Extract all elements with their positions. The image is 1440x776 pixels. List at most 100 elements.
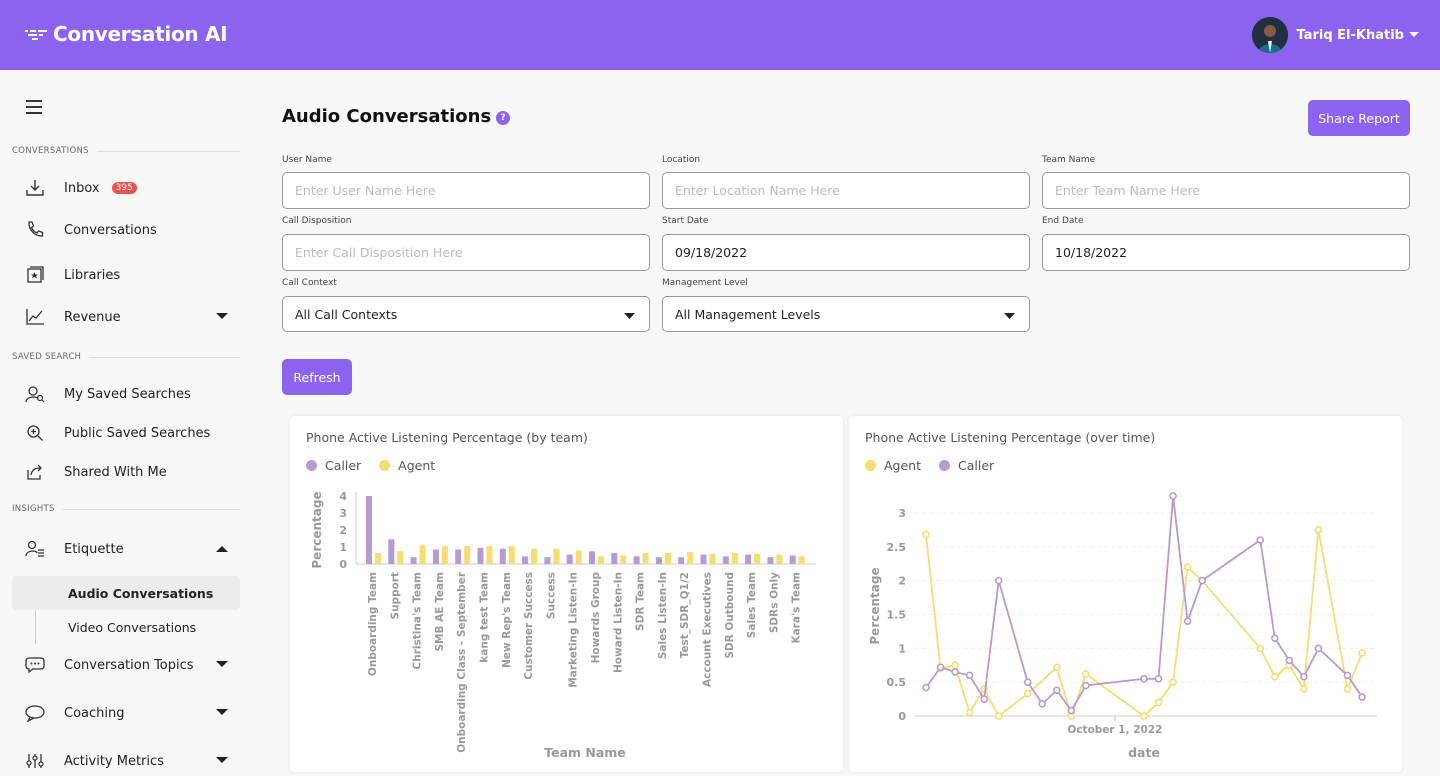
x-tick-label: Howards Group bbox=[590, 572, 602, 664]
chevron-down-icon bbox=[1409, 32, 1419, 37]
series-line-agent bbox=[925, 529, 1363, 719]
point-caller bbox=[1358, 693, 1366, 701]
bar-caller bbox=[678, 557, 685, 564]
sidebar-item-etiquette[interactable]: Etiquette bbox=[24, 537, 236, 561]
brand[interactable]: Conversation AI bbox=[24, 22, 228, 46]
location-input[interactable]: Enter Location Name Here bbox=[662, 172, 1030, 209]
x-tick-label: kang test Team bbox=[479, 572, 491, 663]
management-level-select[interactable]: All Management Levels bbox=[662, 296, 1030, 332]
chevron-down-icon[interactable] bbox=[216, 709, 228, 716]
sidebar-item-my-saved-searches[interactable]: My Saved Searches bbox=[24, 382, 236, 406]
sidebar-item-conversations[interactable]: Conversations bbox=[24, 218, 236, 242]
share-report-button[interactable]: Share Report bbox=[1308, 100, 1410, 136]
bar-chart: 0 1 2 3 4 Onboarding Team Support Christina's T… bbox=[310, 490, 816, 760]
bar-caller bbox=[455, 549, 462, 564]
sidebar-item-label: Etiquette bbox=[64, 541, 124, 557]
sidebar-subitem-audio-conversations[interactable]: Audio Conversations bbox=[12, 576, 240, 610]
avatar bbox=[1251, 17, 1288, 53]
user-menu[interactable]: Tariq El-Khatib bbox=[1251, 17, 1420, 53]
point-caller bbox=[1314, 644, 1323, 653]
refresh-button[interactable]: Refresh bbox=[282, 359, 352, 395]
x-tick-label: Success bbox=[545, 572, 557, 619]
bar-agent bbox=[508, 546, 515, 564]
call-context-select[interactable]: All Call Contexts bbox=[282, 296, 650, 332]
call-disposition-label: Call Disposition bbox=[282, 216, 352, 226]
x-tick-label: Test_SDR_Q1/2 bbox=[679, 572, 691, 658]
inbox-count-badge: 395 bbox=[111, 182, 137, 194]
user-name-input[interactable]: Enter User Name Here bbox=[282, 172, 650, 209]
bar-agent bbox=[575, 550, 582, 564]
help-icon[interactable]: ? bbox=[496, 110, 511, 125]
y-tick-label: 1 bbox=[339, 541, 347, 554]
point-caller bbox=[1038, 700, 1047, 708]
section-saved-search: SAVED SEARCH bbox=[12, 352, 240, 362]
section-insights: INSIGHTS bbox=[12, 504, 240, 514]
point-caller bbox=[1183, 617, 1192, 626]
start-date-input[interactable]: 09/18/2022 bbox=[662, 234, 1030, 271]
x-tick-label: Sales Team bbox=[746, 572, 758, 638]
sidebar-item-label: Shared With Me bbox=[64, 464, 167, 480]
point-caller bbox=[951, 668, 959, 676]
management-level-value: All Management Levels bbox=[675, 306, 821, 322]
point-agent bbox=[922, 530, 930, 539]
sidebar-item-label: Inbox bbox=[64, 180, 100, 196]
phone-icon bbox=[24, 219, 46, 241]
point-caller bbox=[1343, 671, 1352, 680]
x-tick-label: Onboarding Team bbox=[367, 572, 379, 676]
bar-agent bbox=[486, 546, 493, 564]
chevron-up-icon[interactable] bbox=[216, 545, 228, 552]
call-disposition-input[interactable]: Enter Call Disposition Here bbox=[282, 234, 650, 271]
bar-caller bbox=[366, 496, 372, 564]
sidebar-item-shared-with-me[interactable]: Shared With Me bbox=[24, 460, 236, 484]
team-name-input[interactable]: Enter Team Name Here bbox=[1042, 172, 1410, 209]
point-caller bbox=[994, 576, 1003, 585]
point-caller bbox=[1082, 681, 1090, 690]
user-list-icon bbox=[24, 538, 46, 560]
y-tick-label: 3 bbox=[898, 507, 906, 520]
x-tick-label: Support bbox=[389, 572, 401, 619]
menu-icon[interactable] bbox=[26, 100, 42, 114]
sidebar-item-public-saved-searches[interactable]: Public Saved Searches bbox=[24, 421, 236, 445]
point-agent bbox=[994, 712, 1003, 720]
point-caller bbox=[936, 663, 945, 672]
point-caller bbox=[1270, 634, 1279, 642]
point-caller bbox=[980, 695, 988, 703]
x-tick-label: New Rep's Team bbox=[501, 572, 513, 668]
sidebar-item-conversation-topics[interactable]: Conversation Topics bbox=[24, 653, 236, 677]
sidebar-item-inbox[interactable]: Inbox 395 bbox=[24, 176, 236, 200]
bar-caller bbox=[544, 557, 551, 564]
x-tick-label: SDR Outbound bbox=[724, 572, 736, 659]
bar-caller bbox=[745, 554, 752, 564]
bar-agent bbox=[464, 546, 471, 564]
page-title: Audio Conversations ? bbox=[282, 106, 511, 127]
y-tick-label: 3 bbox=[339, 507, 347, 520]
chevron-down-icon[interactable] bbox=[216, 661, 228, 668]
point-caller bbox=[1154, 674, 1163, 683]
y-tick-label: 2 bbox=[898, 575, 906, 588]
end-date-input[interactable]: 10/18/2022 bbox=[1042, 234, 1410, 271]
chevron-down-icon[interactable] bbox=[216, 313, 228, 320]
bar-agent bbox=[397, 551, 404, 564]
point-agent bbox=[965, 708, 974, 717]
bar-caller bbox=[633, 556, 640, 564]
x-tick-label: SDR Team bbox=[635, 572, 647, 631]
sidebar: CONVERSATIONS Inbox 395 Conversations Li… bbox=[0, 70, 252, 776]
bar-caller bbox=[767, 557, 774, 564]
team-name-label: Team Name bbox=[1042, 155, 1096, 165]
y-tick-label: 1 bbox=[898, 642, 906, 655]
y-axis-title: Percentage bbox=[868, 567, 882, 644]
sidebar-item-activity-metrics[interactable]: Activity Metrics bbox=[24, 749, 236, 773]
sidebar-item-libraries[interactable]: Libraries bbox=[24, 263, 236, 287]
chevron-down-icon[interactable] bbox=[216, 757, 228, 764]
bar-caller bbox=[589, 551, 595, 564]
sidebar-item-revenue[interactable]: Revenue bbox=[24, 305, 236, 329]
sidebar-item-coaching[interactable]: Coaching bbox=[24, 701, 236, 725]
point-caller bbox=[1169, 492, 1177, 500]
sidebar-subitem-video-conversations[interactable]: Video Conversations bbox=[12, 610, 240, 644]
point-agent bbox=[1053, 663, 1061, 672]
start-date-label: Start Date bbox=[662, 216, 709, 226]
bar-caller bbox=[655, 557, 662, 564]
sidebar-item-label: Conversations bbox=[64, 222, 157, 238]
speech-bubble-icon bbox=[24, 702, 46, 724]
user-name-label: User Name bbox=[282, 155, 332, 165]
